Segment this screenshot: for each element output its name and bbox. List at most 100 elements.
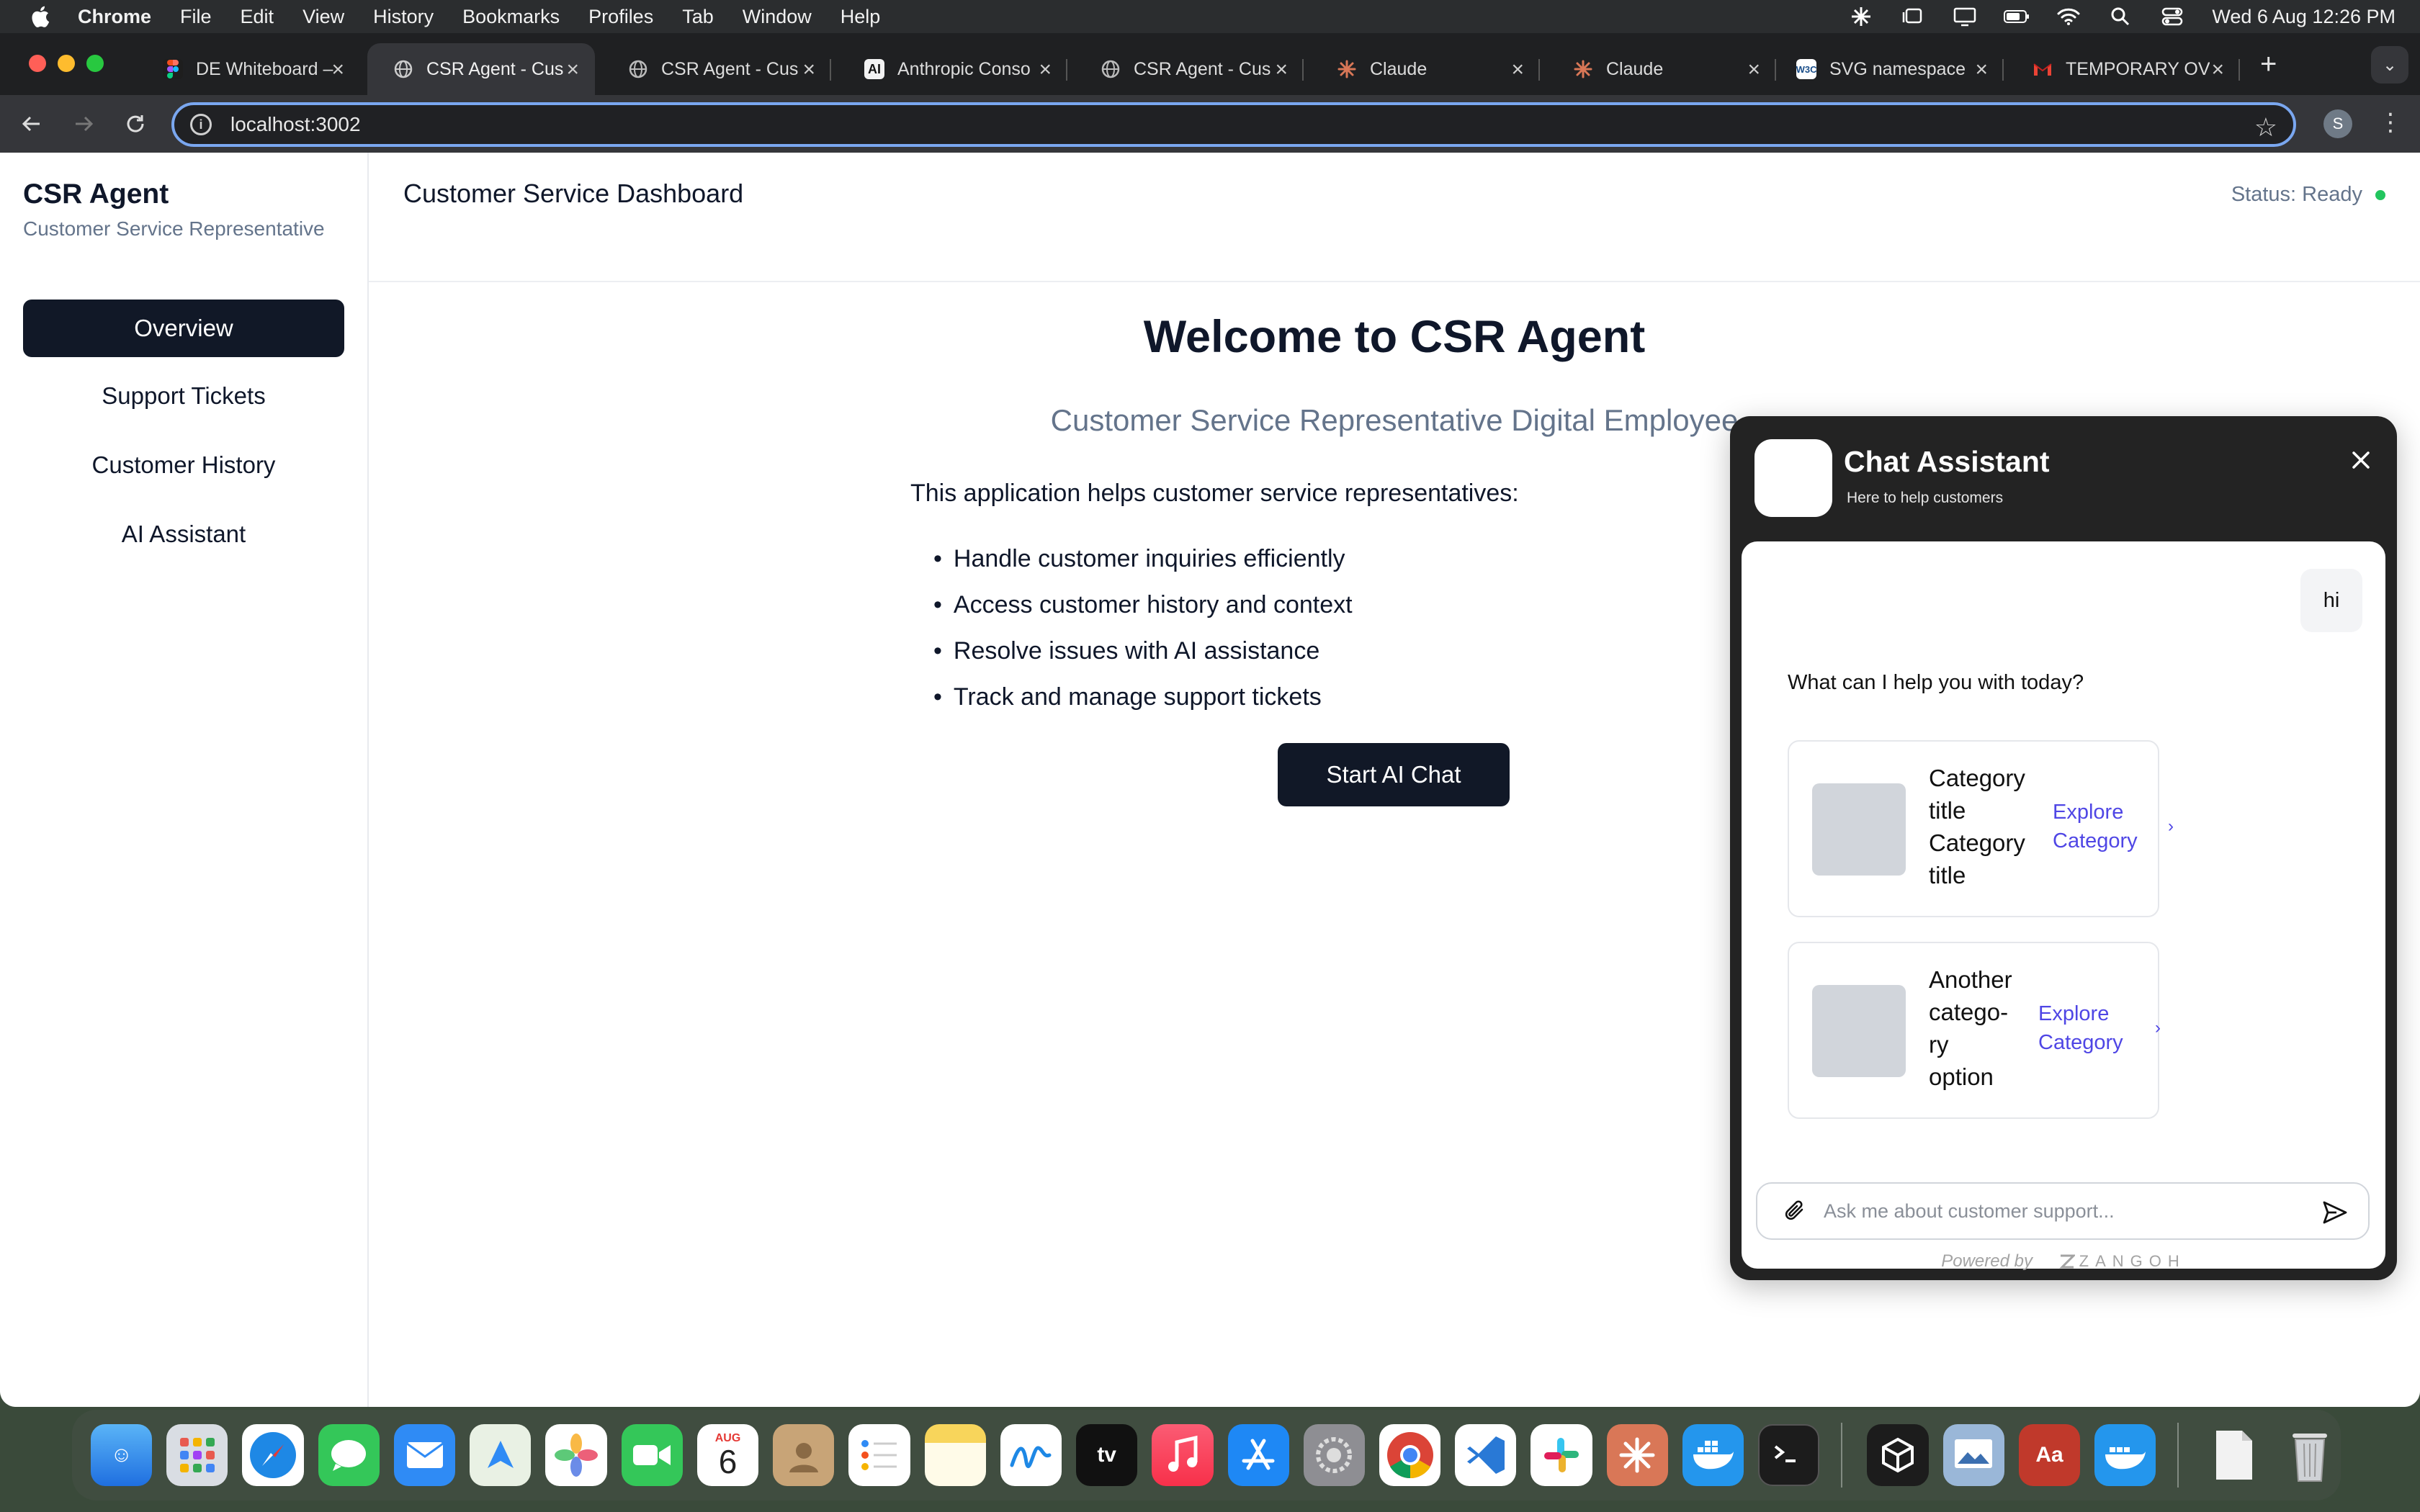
cube-app-icon[interactable]: [1867, 1424, 1929, 1486]
browser-tab[interactable]: TEMPORARY OV ×: [2007, 43, 2240, 95]
close-window-button[interactable]: [29, 55, 46, 72]
address-bar[interactable]: i localhost:3002 ☆: [171, 102, 2296, 147]
browser-tab[interactable]: CSR Agent - Cus ×: [602, 43, 831, 95]
terminal-icon[interactable]: [1758, 1424, 1820, 1486]
sidebar-item-customer-history[interactable]: Customer History: [23, 436, 344, 494]
menubar-clock[interactable]: Wed 6 Aug 12:26 PM: [2212, 6, 2396, 28]
chrome-icon[interactable]: [1379, 1424, 1441, 1486]
preview-icon[interactable]: [1942, 1424, 2004, 1486]
close-tab-icon[interactable]: ×: [1747, 58, 1760, 82]
feature-list: • Handle customer inquiries efficiently •…: [933, 536, 1353, 720]
forward-arrow-icon[interactable]: [68, 108, 99, 140]
facetime-icon[interactable]: [621, 1424, 683, 1486]
zoom-window-button[interactable]: [86, 55, 104, 72]
browser-tab[interactable]: AI Anthropic Conso ×: [838, 43, 1067, 95]
menu-tab[interactable]: Tab: [682, 6, 714, 28]
send-icon[interactable]: [2321, 1198, 2349, 1227]
chevron-right-icon[interactable]: ›: [2168, 816, 2174, 837]
more-menu-icon[interactable]: ⋮: [2378, 108, 2403, 137]
menu-app-chrome[interactable]: Chrome: [78, 6, 151, 28]
app-store-icon[interactable]: [1227, 1424, 1289, 1486]
close-tab-icon[interactable]: ×: [802, 58, 815, 82]
chat-input[interactable]: [1824, 1193, 2313, 1229]
profile-avatar[interactable]: S: [2323, 109, 2352, 138]
browser-tab[interactable]: DE Whiteboard – ×: [137, 43, 360, 95]
chat-widget: Chat Assistant Here to help customers hi…: [1730, 416, 2397, 1280]
chat-title: Chat Assistant: [1844, 445, 2050, 478]
paperclip-icon[interactable]: [1782, 1198, 1808, 1224]
close-icon[interactable]: [2351, 445, 2371, 477]
new-tab-icon[interactable]: +: [2260, 50, 2277, 78]
menu-window[interactable]: Window: [743, 6, 812, 28]
control-center-icon[interactable]: [2159, 6, 2186, 27]
close-tab-icon[interactable]: ×: [1975, 58, 1988, 82]
docker-desktop-icon[interactable]: [2094, 1424, 2156, 1486]
back-arrow-icon[interactable]: [16, 108, 48, 140]
reminders-icon[interactable]: [848, 1424, 910, 1486]
close-tab-icon[interactable]: ×: [331, 58, 344, 82]
close-tab-icon[interactable]: ×: [2211, 58, 2224, 82]
category-card[interactable]: Category title Category title Explore Ca…: [1788, 740, 2174, 917]
apple-menu-icon[interactable]: [27, 4, 52, 29]
spotlight-search-icon[interactable]: [2107, 6, 2134, 27]
address-url[interactable]: localhost:3002: [230, 113, 361, 136]
apple-tv-icon[interactable]: tv: [1076, 1424, 1138, 1486]
close-tab-icon[interactable]: ×: [1275, 58, 1288, 82]
browser-tab[interactable]: W3C SVG namespace ×: [1770, 43, 2004, 95]
explore-category-link[interactable]: Explore Category: [2038, 999, 2123, 1057]
close-tab-icon[interactable]: ×: [1511, 58, 1524, 82]
menu-history[interactable]: History: [373, 6, 434, 28]
claude-icon[interactable]: [1606, 1424, 1668, 1486]
site-info-icon[interactable]: i: [190, 114, 212, 135]
chevron-right-icon[interactable]: ›: [2155, 1018, 2161, 1038]
start-ai-chat-button[interactable]: Start AI Chat: [1278, 743, 1510, 806]
menu-file[interactable]: File: [180, 6, 212, 28]
battery-icon[interactable]: [2003, 6, 2030, 27]
minimize-window-button[interactable]: [58, 55, 75, 72]
slack-icon[interactable]: [1531, 1424, 1592, 1486]
wifi-icon[interactable]: [2055, 6, 2082, 27]
bookmark-star-icon[interactable]: ☆: [2254, 112, 2277, 143]
trash-icon[interactable]: [2280, 1424, 2341, 1486]
dictionary-icon[interactable]: Aa: [2018, 1424, 2081, 1486]
vscode-icon[interactable]: [1455, 1424, 1517, 1486]
system-settings-icon[interactable]: [1303, 1424, 1365, 1486]
sidebar-item-support-tickets[interactable]: Support Tickets: [23, 367, 344, 425]
close-tab-icon[interactable]: ×: [566, 58, 579, 82]
docker-icon[interactable]: [1682, 1424, 1744, 1486]
contacts-icon[interactable]: [773, 1424, 835, 1486]
claude-status-icon[interactable]: [1847, 6, 1875, 27]
browser-tab[interactable]: CSR Agent - Cus ×: [1075, 43, 1304, 95]
stage-manager-icon[interactable]: [1899, 6, 1927, 27]
brand-subtitle: Customer Service Representative: [23, 217, 325, 240]
launchpad-icon[interactable]: [166, 1424, 228, 1486]
maps-icon[interactable]: [470, 1424, 532, 1486]
menu-profiles[interactable]: Profiles: [588, 6, 653, 28]
finder-icon[interactable]: ☺: [91, 1424, 153, 1486]
notes-icon[interactable]: [924, 1424, 986, 1486]
tab-search-chevron-icon[interactable]: ⌄: [2371, 46, 2408, 84]
downloads-stack-icon[interactable]: [2203, 1424, 2264, 1486]
menu-help[interactable]: Help: [841, 6, 881, 28]
freeform-icon[interactable]: [1000, 1424, 1062, 1486]
music-icon[interactable]: [1152, 1424, 1214, 1486]
category-card[interactable]: Another catego- ry option Explore Catego…: [1788, 942, 2161, 1119]
browser-tab-active[interactable]: CSR Agent - Cus ×: [367, 43, 595, 95]
mail-icon[interactable]: [393, 1424, 456, 1486]
reload-icon[interactable]: [120, 108, 151, 140]
browser-tab[interactable]: Claude ×: [1311, 43, 1540, 95]
browser-tab[interactable]: Claude ×: [1547, 43, 1776, 95]
menu-bookmarks[interactable]: Bookmarks: [462, 6, 560, 28]
sidebar-item-overview[interactable]: Overview: [23, 300, 344, 357]
close-tab-icon[interactable]: ×: [1039, 58, 1052, 82]
claude-icon: [1573, 59, 1593, 79]
display-icon[interactable]: [1951, 6, 1978, 27]
messages-icon[interactable]: [318, 1424, 380, 1486]
calendar-icon[interactable]: AUG 6: [696, 1424, 759, 1486]
menu-edit[interactable]: Edit: [241, 6, 274, 28]
explore-category-link[interactable]: Explore Category: [2053, 798, 2138, 855]
menu-view[interactable]: View: [302, 6, 344, 28]
safari-icon[interactable]: [242, 1424, 304, 1486]
photos-icon[interactable]: [545, 1424, 607, 1486]
sidebar-item-ai-assistant[interactable]: AI Assistant: [23, 505, 344, 563]
